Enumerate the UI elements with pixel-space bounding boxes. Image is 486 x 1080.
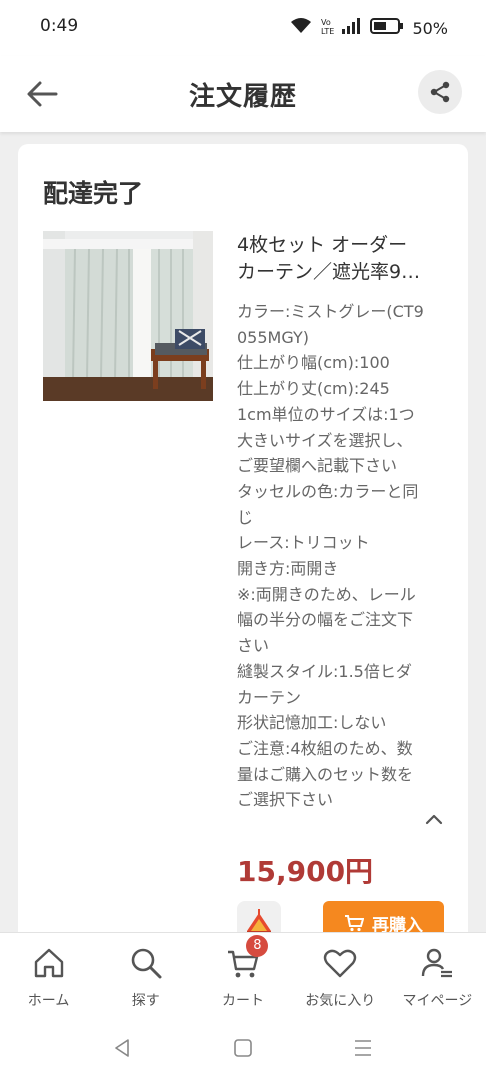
nav-search[interactable]: 探す [97, 933, 194, 1025]
volte-icon: Vo LTE [320, 17, 334, 39]
option-caution: ご注意:4枚組のため、数量はご購入のセット数をご選択下さい [237, 738, 414, 810]
nav-cart[interactable]: 8 カート [194, 933, 291, 1025]
wifi-icon [290, 17, 312, 39]
product-photo [43, 231, 213, 401]
product-name[interactable]: 4枚セット オーダー カーテン／遮光率9… [237, 232, 437, 286]
home-icon [34, 948, 63, 978]
nav-cart-label: カート [222, 993, 264, 1009]
nav-favorites[interactable]: お気に入り [292, 933, 389, 1025]
nav-mypage[interactable]: マイページ [389, 933, 486, 1025]
option-opening: 開き方:両開き [237, 559, 339, 579]
back-triangle-icon[interactable] [110, 1036, 134, 1060]
user-icon [422, 948, 453, 978]
product-options: カラー:ミストグレー(CT9055MGY) 仕上がり幅(cm):100 仕上がり… [237, 299, 427, 813]
home-square-icon[interactable] [231, 1036, 255, 1060]
cart-icon [345, 915, 364, 932]
nav-favorites-label: お気に入り [305, 993, 376, 1009]
nav-mypage-label: マイページ [402, 993, 473, 1009]
option-sewing-style: 縫製スタイル:1.5倍ヒダカーテン [237, 661, 412, 707]
heart-icon [324, 949, 357, 978]
page-title: 注文履歴 [188, 82, 297, 112]
option-shape-memory: 形状記憶加工:しない [237, 713, 387, 733]
product-name-line1: 4枚セット オーダー [237, 234, 408, 256]
chevron-up-icon [425, 814, 443, 825]
search-icon [131, 948, 162, 979]
option-note: ※:両開きのため、レール幅の半分の幅をご注文下さい [237, 584, 416, 656]
system-nav-bar [0, 1024, 486, 1080]
share-button[interactable] [418, 70, 462, 114]
option-lace: レース:トリコット [237, 533, 370, 553]
recents-menu-icon[interactable] [351, 1036, 375, 1060]
bottom-nav: ホーム 探す 8 カート お気に入り マイページ [0, 932, 486, 1025]
nav-search-label: 探す [131, 993, 160, 1009]
product-image[interactable] [43, 231, 213, 401]
signal-icon [342, 18, 362, 38]
nav-home-label: ホーム [27, 993, 70, 1009]
share-icon [430, 81, 450, 103]
status-icons: Vo LTE 50% [290, 17, 448, 39]
battery-percent: 50% [412, 18, 448, 38]
battery-icon [370, 17, 404, 39]
status-bar: 0:49 Vo LTE 50% [0, 0, 486, 56]
nav-home[interactable]: ホーム [0, 933, 97, 1025]
option-color: カラー:ミストグレー(CT9055MGY) [237, 302, 424, 347]
option-length: 仕上がり丈(cm):245 [237, 379, 390, 399]
svg-text:LTE: LTE [321, 27, 334, 35]
app-header: 注文履歴 [0, 56, 486, 132]
product-name-line2: カーテン／遮光率9… [237, 261, 421, 283]
svg-text:Vo: Vo [321, 18, 331, 27]
cart-count-badge: 8 [246, 935, 269, 957]
product-price: 15,900円 [237, 855, 374, 888]
status-time: 0:49 [40, 16, 79, 36]
delivery-status: 配達完了 [43, 179, 144, 208]
option-width: 仕上がり幅(cm):100 [237, 353, 390, 373]
option-tassel: タッセルの色:カラーと同じ [237, 481, 419, 527]
order-card: 配達完了 4枚セット オーダー カーテン／遮光率9… カラー:ミストグレー(CT… [18, 144, 468, 954]
collapse-options-button[interactable] [422, 807, 446, 831]
option-size-note: 1cm単位のサイズは:1つ大きいサイズを選択し、ご要望欄へ記載下さい [237, 404, 415, 476]
